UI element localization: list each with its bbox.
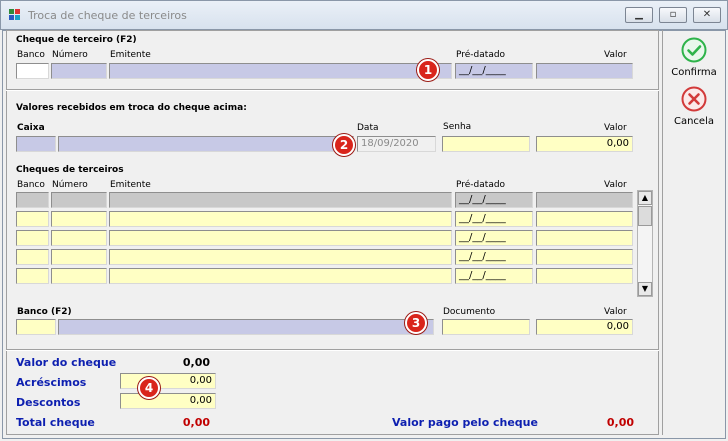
acrescimos-label: Acréscimos <box>16 376 87 389</box>
grid-scrollbar[interactable]: ▲ ▼ <box>637 190 653 297</box>
title-bar: Troca de cheque de terceiros ▁ ▫ ✕ <box>0 0 728 30</box>
grid-predatado-cell[interactable]: __/__/____ <box>455 249 533 265</box>
app-logo-icon <box>9 9 21 21</box>
grid-banco-header: Banco <box>17 180 45 190</box>
grid-banco-cell[interactable] <box>16 230 49 246</box>
cancel-button[interactable]: Cancela <box>665 86 723 127</box>
banco-label: Banco (F2) <box>17 307 72 317</box>
valor-cheque-label: Valor do cheque <box>16 356 117 369</box>
cheque-numero-label: Número <box>52 50 88 60</box>
grid-valor-cell[interactable] <box>536 249 633 265</box>
cheque-banco-label: Banco <box>17 50 45 60</box>
total-cheque-label: Total cheque <box>16 416 95 429</box>
section-divider <box>6 89 659 91</box>
grid-predatado-cell[interactable]: __/__/____ <box>455 211 533 227</box>
caixa-code-field[interactable] <box>16 136 56 152</box>
callout-marker-3: 3 <box>405 312 427 334</box>
acrescimos-field[interactable]: 0,00 <box>120 373 216 389</box>
grid-banco-cell[interactable] <box>16 192 49 208</box>
valor-pago-label: Valor pago pelo cheque <box>392 416 538 429</box>
grid-predatado-cell[interactable]: __/__/____ <box>455 268 533 284</box>
documento-label: Documento <box>443 307 496 317</box>
grid-numero-cell[interactable] <box>51 192 107 208</box>
recebidos-valor-label: Valor <box>604 123 627 133</box>
total-cheque-value: 0,00 <box>182 416 210 429</box>
grid-valor-header: Valor <box>604 180 627 190</box>
cheque-emitente-field[interactable] <box>109 63 452 79</box>
grid-valor-cell[interactable] <box>536 192 633 208</box>
banco-valor-field[interactable]: 0,00 <box>536 319 633 335</box>
grid-emitente-cell[interactable] <box>109 249 452 265</box>
documento-field[interactable] <box>442 319 530 335</box>
maximize-button[interactable]: ▫ <box>659 7 687 23</box>
section-divider <box>6 349 659 351</box>
cheques-terceiros-heading: Cheques de terceiros <box>16 165 124 175</box>
grid-emitente-cell[interactable] <box>109 192 452 208</box>
grid-numero-cell[interactable] <box>51 268 107 284</box>
cheque-heading: Cheque de terceiro (F2) <box>16 35 137 45</box>
cheque-predatado-label: Pré-datado <box>456 50 506 60</box>
grid-banco-cell[interactable] <box>16 268 49 284</box>
scroll-thumb[interactable] <box>638 206 652 226</box>
scroll-down-icon[interactable]: ▼ <box>638 282 652 296</box>
close-button[interactable]: ✕ <box>693 7 721 23</box>
banco-valor-label: Valor <box>604 307 627 317</box>
senha-field[interactable] <box>442 136 530 152</box>
grid-valor-cell[interactable] <box>536 230 633 246</box>
recebidos-heading: Valores recebidos em troca do cheque aci… <box>16 103 247 113</box>
descontos-field[interactable]: 0,00 <box>120 393 216 409</box>
grid-valor-cell[interactable] <box>536 268 633 284</box>
callout-marker-1: 1 <box>417 59 439 81</box>
window-title: Troca de cheque de terceiros <box>28 9 187 22</box>
cheque-valor-field[interactable] <box>536 63 633 79</box>
grid-predatado-cell[interactable]: __/__/____ <box>455 230 533 246</box>
confirm-button[interactable]: Confirma <box>665 37 723 78</box>
caixa-name-field[interactable] <box>58 136 354 152</box>
x-circle-icon <box>681 86 707 112</box>
valor-cheque-value: 0,00 <box>182 356 210 369</box>
grid-numero-cell[interactable] <box>51 249 107 265</box>
confirm-label: Confirma <box>671 67 717 78</box>
recebidos-valor-field[interactable]: 0,00 <box>536 136 633 152</box>
grid-emitente-cell[interactable] <box>109 268 452 284</box>
cheque-numero-field[interactable] <box>51 63 107 79</box>
grid-predatado-header: Pré-datado <box>456 180 506 190</box>
callout-marker-2: 2 <box>333 134 355 156</box>
data-label: Data <box>357 123 379 133</box>
caixa-label: Caixa <box>17 123 45 133</box>
minimize-button[interactable]: ▁ <box>625 7 653 23</box>
grid-banco-cell[interactable] <box>16 211 49 227</box>
grid-emitente-cell[interactable] <box>109 211 452 227</box>
grid-emitente-cell[interactable] <box>109 230 452 246</box>
cancel-label: Cancela <box>673 116 714 127</box>
grid-numero-cell[interactable] <box>51 230 107 246</box>
banco-name-field[interactable] <box>58 319 434 335</box>
grid-predatado-cell[interactable]: __/__/____ <box>455 192 533 208</box>
valor-pago-value: 0,00 <box>606 416 634 429</box>
grid-valor-cell[interactable] <box>536 211 633 227</box>
grid-emitente-header: Emitente <box>110 180 151 190</box>
descontos-label: Descontos <box>16 396 81 409</box>
check-circle-icon <box>681 37 707 63</box>
cheque-emitente-label: Emitente <box>110 50 151 60</box>
callout-marker-4: 4 <box>138 377 160 399</box>
grid-numero-cell[interactable] <box>51 211 107 227</box>
senha-label: Senha <box>443 122 472 132</box>
data-field: 18/09/2020 <box>357 136 436 152</box>
grid-numero-header: Número <box>52 180 88 190</box>
cheque-banco-field[interactable] <box>16 63 49 79</box>
cheque-valor-label: Valor <box>604 50 627 60</box>
grid-banco-cell[interactable] <box>16 249 49 265</box>
banco-code-field[interactable] <box>16 319 56 335</box>
cheque-predatado-field[interactable]: __/__/____ <box>455 63 533 79</box>
scroll-up-icon[interactable]: ▲ <box>638 191 652 205</box>
